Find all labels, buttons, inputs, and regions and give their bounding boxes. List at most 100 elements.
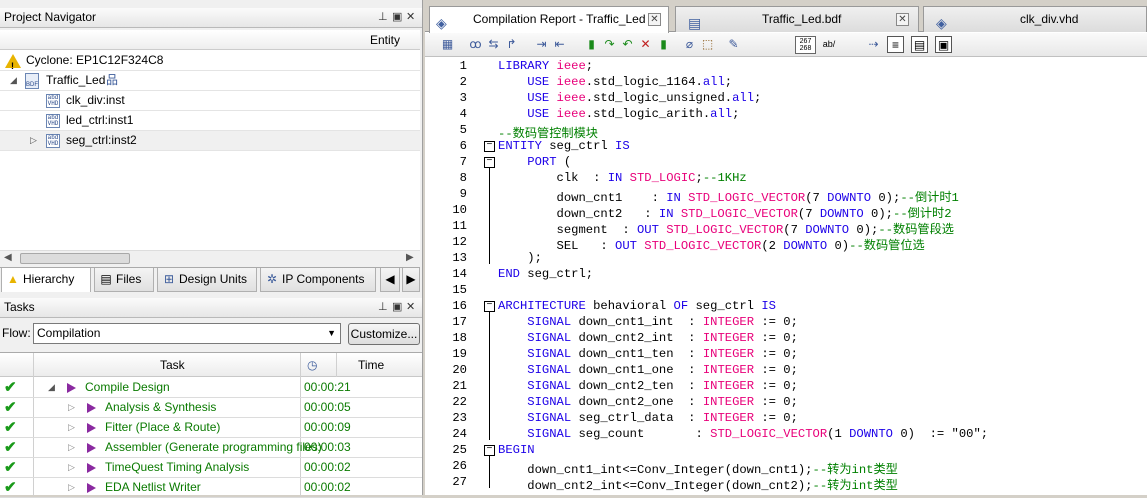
code-line[interactable]: SIGNAL down_cnt2_one : INTEGER := 0; [498,395,798,409]
tab-files[interactable]: ▤ Files [94,268,154,292]
tree-item-clk-div[interactable]: abd VHD clk_div:inst [0,91,420,111]
tab-clk-div-vhd[interactable]: ◈ clk_div.vhd [923,6,1147,32]
code-line[interactable]: SIGNAL down_cnt1_int : INTEGER := 0; [498,315,798,329]
code-line[interactable]: ); [498,251,542,265]
prev-bookmark-icon[interactable]: ↶ [619,36,636,53]
play-icon[interactable] [67,383,76,393]
code-line[interactable]: ENTITY seg_ctrl IS [498,139,630,153]
code-line[interactable]: BEGIN [498,443,535,457]
tree-item-led-ctrl[interactable]: abd VHD led_ctrl:inst1 [0,111,420,131]
code-line[interactable]: down_cnt2_int<=Conv_Integer(down_cnt2);-… [498,475,898,493]
pin-icon[interactable]: ⊥ [378,298,388,317]
close-icon[interactable]: ✕ [406,298,415,317]
expand-icon[interactable]: ▷ [30,131,37,150]
find-next-icon[interactable]: ↱ [503,36,520,53]
code-line[interactable]: SIGNAL down_cnt1_one : INTEGER := 0; [498,363,798,377]
collapse-icon[interactable]: ◢ [10,71,17,90]
play-icon[interactable] [87,463,96,473]
tab-ip-components[interactable]: ✲ IP Components [260,268,376,292]
tab-traffic-led-bdf[interactable]: ▤ Traffic_Led.bdf ✕ [675,6,919,32]
tree-item-traffic-led[interactable]: ◢ BDF Traffic_Led 品 [0,71,420,91]
device-row[interactable]: ! Cyclone: EP1C12F324C8 [0,51,420,71]
code-line[interactable]: SIGNAL seg_ctrl_data : INTEGER := 0; [498,411,798,425]
code-line[interactable]: USE ieee.std_logic_1164.all; [498,75,732,89]
tab-scroll-right-button[interactable]: ▶ [402,268,420,292]
attach-icon[interactable]: ⌀ [681,36,698,53]
tab-scroll-left-button[interactable]: ◀ [380,268,400,292]
expand-icon[interactable]: ▷ [68,398,75,417]
find-replace-icon[interactable]: ⇆ [485,36,502,53]
find-icon[interactable]: ꝏ [467,36,484,53]
expand-icon[interactable]: ▷ [68,418,75,437]
scrollbar-thumb[interactable] [20,253,130,264]
task-row-timequest[interactable]: ✔ ▷ TimeQuest Timing Analysis 00:00:02 [0,458,422,478]
code-token: INTEGER [702,395,762,409]
task-table: Task ◷ Time ✔ ◢ Compile Design 00:00:21 … [0,352,422,498]
settings-icon[interactable]: ▣ [935,36,952,53]
scroll-left-icon[interactable]: ◀ [4,252,12,263]
code-token: .std_logic_1164. [585,75,703,89]
tab-compilation-report[interactable]: ◈ Compilation Report - Traffic_Led ✕ [429,6,669,33]
code-editor[interactable]: 1 2 3 4 5 6 7 8 9 10 11 12 13 14 15 16 17 18 19 20 21 22 23 24 2… [425,58,1147,495]
edit-icon[interactable]: ✎ [725,36,742,53]
float-icon[interactable]: ▣ [392,298,402,317]
toggle-bookmark-icon[interactable]: ▮ [655,36,672,53]
customize-button[interactable]: Customize... [348,323,420,345]
expand-icon[interactable]: ▷ [68,458,75,477]
code-line[interactable]: SIGNAL down_cnt2_int : INTEGER := 0; [498,331,798,345]
fold-toggle[interactable]: − [484,445,495,456]
template-icon[interactable]: ⬚ [699,36,716,53]
code-line[interactable]: clk : IN STD_LOGIC;--1KHz [498,171,747,185]
code-line[interactable]: LIBRARY ieee; [498,59,600,73]
code-line[interactable]: SIGNAL down_cnt2_ten : INTEGER := 0; [498,379,798,393]
float-icon[interactable]: ▣ [392,8,402,27]
play-icon[interactable] [87,483,96,493]
split-icon[interactable]: ≡ [887,36,904,53]
task-row-fitter[interactable]: ✔ ▷ Fitter (Place & Route) 00:00:09 [0,418,422,438]
fold-toggle[interactable]: − [484,301,495,312]
task-row-eda-netlist[interactable]: ✔ ▷ EDA Netlist Writer 00:00:02 [0,478,422,498]
close-icon[interactable]: ✕ [406,8,415,27]
code-line[interactable]: END seg_ctrl; [498,267,593,281]
code-line[interactable]: USE ieee.std_logic_unsigned.all; [498,91,761,105]
close-tab-icon[interactable]: ✕ [648,13,661,26]
next-bookmark-icon[interactable]: ↷ [601,36,618,53]
pin-icon[interactable]: ⊥ [378,8,388,27]
close-tab-icon[interactable]: ✕ [896,13,909,26]
scroll-right-icon[interactable]: ▶ [406,252,414,263]
tree-item-seg-ctrl[interactable]: ▷ abd VHD seg_ctrl:inst2 [0,131,420,151]
collapse-icon[interactable]: ◢ [48,378,55,397]
insert-icon[interactable]: ⇢ [865,36,882,53]
task-row-analysis-synthesis[interactable]: ✔ ▷ Analysis & Synthesis 00:00:05 [0,398,422,418]
fold-toggle[interactable]: − [484,157,495,168]
outdent-icon[interactable]: ⇤ [551,36,568,53]
play-icon[interactable] [87,443,96,453]
tab-design-units[interactable]: ⊞ Design Units [157,268,257,292]
play-icon[interactable] [87,403,96,413]
clear-bookmarks-icon[interactable]: ✕ [637,36,654,53]
code-line[interactable]: USE ieee.std_logic_arith.all; [498,107,739,121]
save-icon[interactable]: ▦ [439,36,456,53]
bookmark-icon[interactable]: ▮ [583,36,600,53]
word-wrap-button[interactable]: ab/ [819,36,839,53]
line-numbers-toggle[interactable]: 267 268 [795,36,816,54]
code-line[interactable]: SEL : OUT STD_LOGIC_VECTOR(2 DOWNTO 0)--… [498,235,925,253]
tab-hierarchy[interactable]: ▲ Hierarchy [1,268,91,292]
code-token: SIGNAL [527,395,579,409]
code-line[interactable]: SIGNAL down_cnt1_ten : INTEGER := 0; [498,347,798,361]
expand-icon[interactable]: ▷ [68,438,75,457]
code-line[interactable]: ARCHITECTURE behavioral OF seg_ctrl IS [498,299,776,313]
expand-icon[interactable]: ▷ [68,478,75,497]
task-row-assembler[interactable]: ✔ ▷ Assembler (Generate programming file… [0,438,422,458]
code-line[interactable]: SIGNAL seg_count : STD_LOGIC_VECTOR(1 DO… [498,427,988,441]
code-token: ENTITY [498,139,550,153]
navigator-horizontal-scrollbar[interactable]: ◀ ▶ [0,250,420,266]
fold-toggle[interactable]: − [484,141,495,152]
task-row-compile-design[interactable]: ✔ ◢ Compile Design 00:00:21 [0,378,422,398]
indent-icon[interactable]: ⇥ [533,36,550,53]
flow-select[interactable]: Compilation ▼ [33,323,341,344]
preview-icon[interactable]: ▤ [911,36,928,53]
play-icon[interactable] [87,423,96,433]
code-line[interactable]: PORT ( [498,155,571,169]
entity-column-header[interactable]: Entity [0,30,420,50]
